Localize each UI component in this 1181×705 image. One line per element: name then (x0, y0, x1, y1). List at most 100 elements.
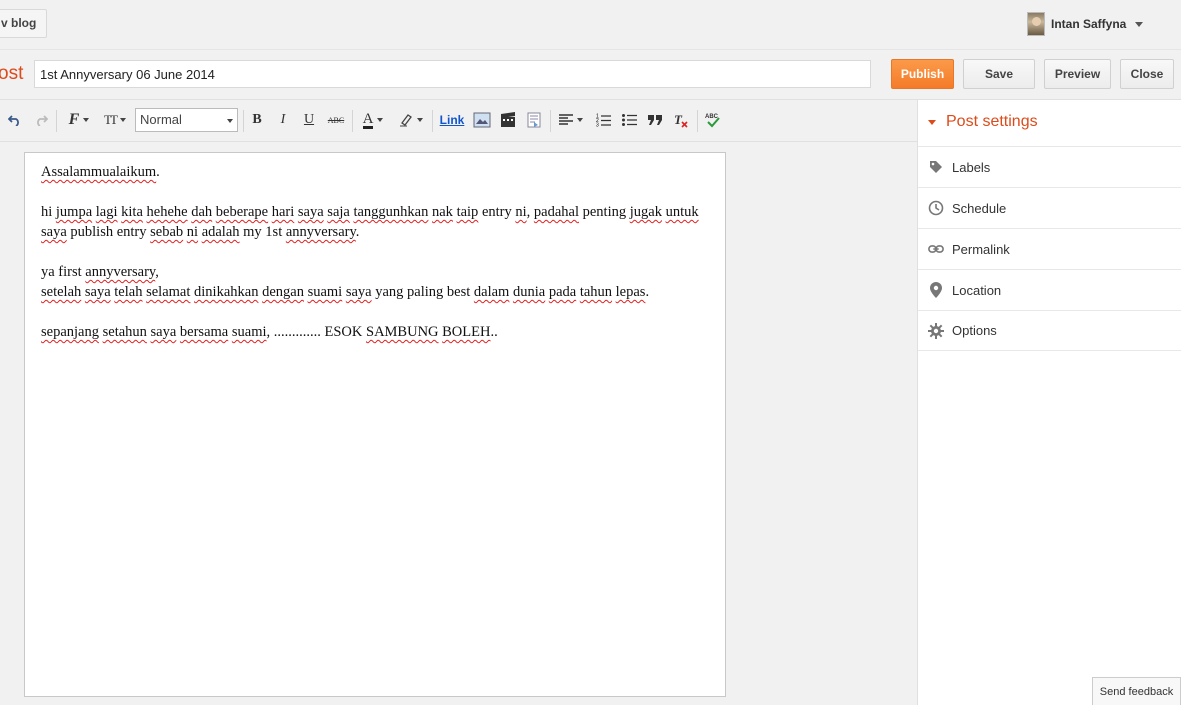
sidebar-item-options[interactable]: Options (918, 310, 1181, 351)
misspelled-word: hehehe (146, 204, 188, 220)
chevron-down-icon (377, 118, 384, 122)
font-family-button[interactable]: F (64, 110, 94, 130)
sidebar-item-labels[interactable]: Labels (918, 146, 1181, 187)
text-run: . (355, 224, 360, 240)
bulleted-list-icon[interactable] (620, 110, 638, 130)
misspelled-word: Assalammualaikum (41, 164, 157, 180)
toolbar-divider (697, 110, 698, 132)
editor-paragraph: Assalammualaikum. (41, 162, 709, 182)
tag-icon (928, 159, 944, 175)
sidebar-item-permalink[interactable]: Permalink (918, 228, 1181, 269)
misspelled-word: sebab (150, 224, 184, 240)
gear-icon (928, 322, 944, 339)
sidebar-item-label: Permalink (952, 241, 1010, 257)
misspelled-word: lagi (95, 204, 118, 220)
format-select-value: Normal (140, 112, 182, 127)
insert-image-icon[interactable] (471, 110, 493, 130)
text-run: .. (490, 324, 498, 340)
undo-icon[interactable] (6, 110, 24, 130)
highlight-color-button[interactable] (396, 110, 426, 130)
misspelled-word: taip (456, 204, 479, 220)
editor-paragraph: ya first annyversary, (41, 262, 709, 282)
misspelled-word: saya (297, 204, 324, 220)
misspelled-word: saya (41, 224, 67, 240)
bold-button[interactable]: B (248, 110, 266, 130)
misspelled-word: nak (432, 204, 453, 220)
paragraph-format-select[interactable]: Normal (135, 108, 238, 132)
sidebar-item-label: Options (952, 323, 997, 338)
text-run: , ............. ESOK (266, 324, 366, 340)
top-bar: v blog Intan Saffyna (0, 0, 1181, 50)
toolbar-divider (432, 110, 433, 132)
post-title-input[interactable] (34, 60, 871, 88)
sidebar-item-schedule[interactable]: Schedule (918, 187, 1181, 228)
misspelled-word: setahun (102, 324, 147, 340)
numbered-list-icon[interactable]: 123 (594, 110, 612, 130)
misspelled-word: hari (271, 204, 295, 220)
toolbar-divider (352, 110, 353, 132)
editor-paragraph (41, 302, 709, 322)
misspelled-word: selamat (146, 284, 191, 300)
svg-text:T: T (674, 112, 683, 127)
chevron-down-icon (417, 118, 423, 122)
spellcheck-icon[interactable]: ABC (703, 110, 723, 130)
underline-button[interactable]: U (300, 110, 318, 130)
close-button[interactable]: Close (1120, 59, 1174, 89)
chevron-down-icon (119, 118, 126, 122)
title-bar: ost Publish Save Preview Close (0, 50, 1181, 100)
user-name[interactable]: Intan Saffyna (1051, 17, 1126, 31)
misspelled-word: jugak (629, 204, 662, 220)
send-feedback-button[interactable]: Send feedback (1092, 677, 1181, 705)
misspelled-word: annyversary (285, 224, 356, 240)
font-size-button[interactable]: TT (100, 110, 130, 130)
sidebar-item-label: Location (952, 282, 1002, 298)
save-button[interactable]: Save (963, 59, 1035, 89)
misspelled-word: adalah (201, 224, 240, 240)
highlighter-icon (400, 114, 412, 127)
misspelled-word: sepanjang (41, 324, 99, 340)
caret-down-icon[interactable] (928, 119, 936, 125)
alignment-button[interactable] (556, 110, 586, 130)
chevron-down-icon (577, 118, 583, 122)
editor-paragraph (41, 242, 709, 262)
insert-video-icon[interactable] (497, 110, 519, 130)
link-label: Link (439, 113, 465, 127)
text-color-button[interactable]: A (358, 110, 388, 130)
misspelled-word: dunia (512, 284, 546, 300)
strikethrough-button[interactable]: ABC (326, 110, 346, 130)
user-menu[interactable]: Intan Saffyna (1027, 11, 1144, 37)
chevron-down-icon[interactable] (1135, 21, 1144, 27)
post-body-editor[interactable]: Assalammualaikum. hi jumpa lagi kita hehe… (24, 152, 726, 697)
insert-jump-break-icon[interactable] (523, 110, 545, 130)
toolbar-divider (243, 110, 244, 132)
chevron-down-icon (83, 118, 90, 122)
text-run: hi (41, 204, 56, 220)
editor-toolbar: F TT Normal B I U ABC A Link 123 T ABC (0, 100, 917, 142)
misspelled-word: kita (121, 204, 143, 220)
misspelled-word: suami (307, 284, 343, 300)
text-run: . (645, 284, 650, 300)
misspelled-word: saya (345, 284, 372, 300)
misspelled-word: ni (186, 224, 199, 240)
italic-button[interactable]: I (274, 110, 292, 130)
misspelled-word: setelah (41, 284, 82, 300)
sidebar-item-location[interactable]: Location (918, 269, 1181, 310)
misspelled-word: untuk (665, 204, 699, 220)
font-family-icon: F (68, 111, 80, 128)
publish-button[interactable]: Publish (891, 59, 954, 89)
redo-icon[interactable] (32, 110, 50, 130)
avatar[interactable] (1027, 12, 1045, 36)
toolbar-divider (550, 110, 551, 132)
post-settings-header[interactable]: Post settings (928, 113, 1038, 131)
font-size-icon: TT (104, 112, 118, 127)
editor-paragraph: hi jumpa lagi kita hehehe dah beberape h… (41, 202, 709, 242)
toolbar-divider (56, 110, 57, 132)
misspelled-word: bersama (179, 324, 229, 340)
view-blog-button[interactable]: v blog (0, 9, 48, 38)
preview-button[interactable]: Preview (1044, 59, 1111, 89)
clear-formatting-icon[interactable]: T (672, 110, 690, 130)
insert-link-button[interactable]: Link (438, 110, 466, 130)
editor-paragraph (41, 182, 709, 202)
quote-icon[interactable] (646, 110, 664, 130)
chevron-down-icon (227, 119, 233, 123)
